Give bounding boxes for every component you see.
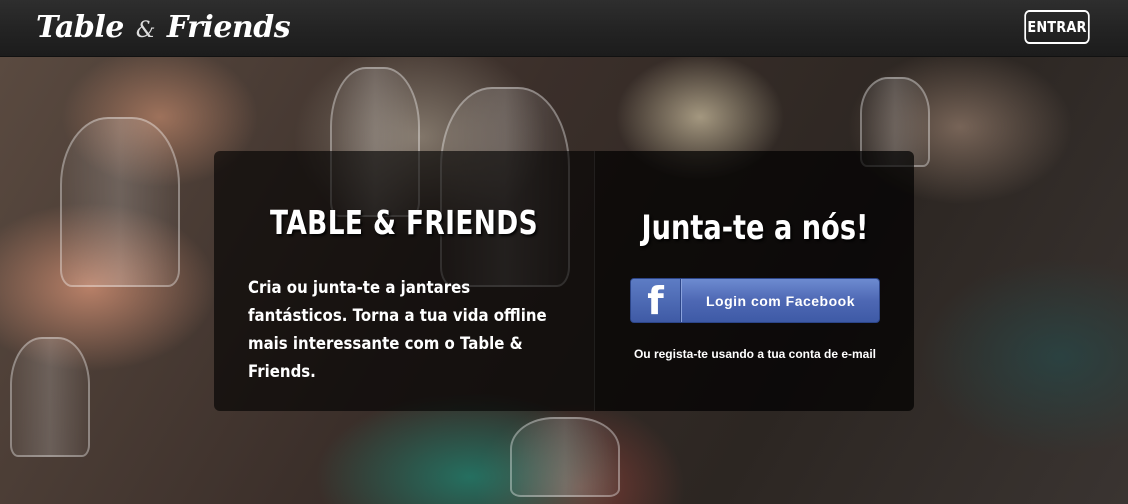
wine-glass-decoration bbox=[510, 417, 620, 497]
facebook-f-icon: f bbox=[631, 279, 681, 322]
facebook-login-label: Login com Facebook bbox=[681, 279, 879, 322]
join-title: Junta-te a nós! bbox=[641, 208, 869, 248]
top-navbar: Table & Friends ENTRAR bbox=[0, 0, 1128, 57]
facebook-login-button[interactable]: f Login com Facebook bbox=[630, 278, 880, 323]
email-signup-link[interactable]: Ou regista-te usando a tua conta de e-ma… bbox=[595, 347, 914, 361]
logo-word-friends: Friends bbox=[166, 10, 291, 45]
brand-description: Cria ou junta-te a jantares fantásticos.… bbox=[248, 278, 547, 382]
logo-word-table: Table bbox=[36, 10, 124, 45]
signup-panel: TABLE & FRIENDS Cria ou junta-te a janta… bbox=[214, 151, 914, 411]
brand-intro: TABLE & FRIENDS Cria ou junta-te a janta… bbox=[214, 151, 594, 411]
wine-glass-decoration bbox=[10, 337, 90, 457]
join-section: Junta-te a nós! f Login com Facebook Ou … bbox=[594, 151, 914, 411]
brand-title: TABLE & FRIENDS bbox=[269, 203, 539, 242]
enter-button[interactable]: ENTRAR bbox=[1024, 10, 1090, 44]
site-logo[interactable]: Table & Friends bbox=[36, 10, 291, 45]
logo-ampersand: & bbox=[135, 18, 156, 43]
wine-glass-decoration bbox=[60, 117, 180, 287]
